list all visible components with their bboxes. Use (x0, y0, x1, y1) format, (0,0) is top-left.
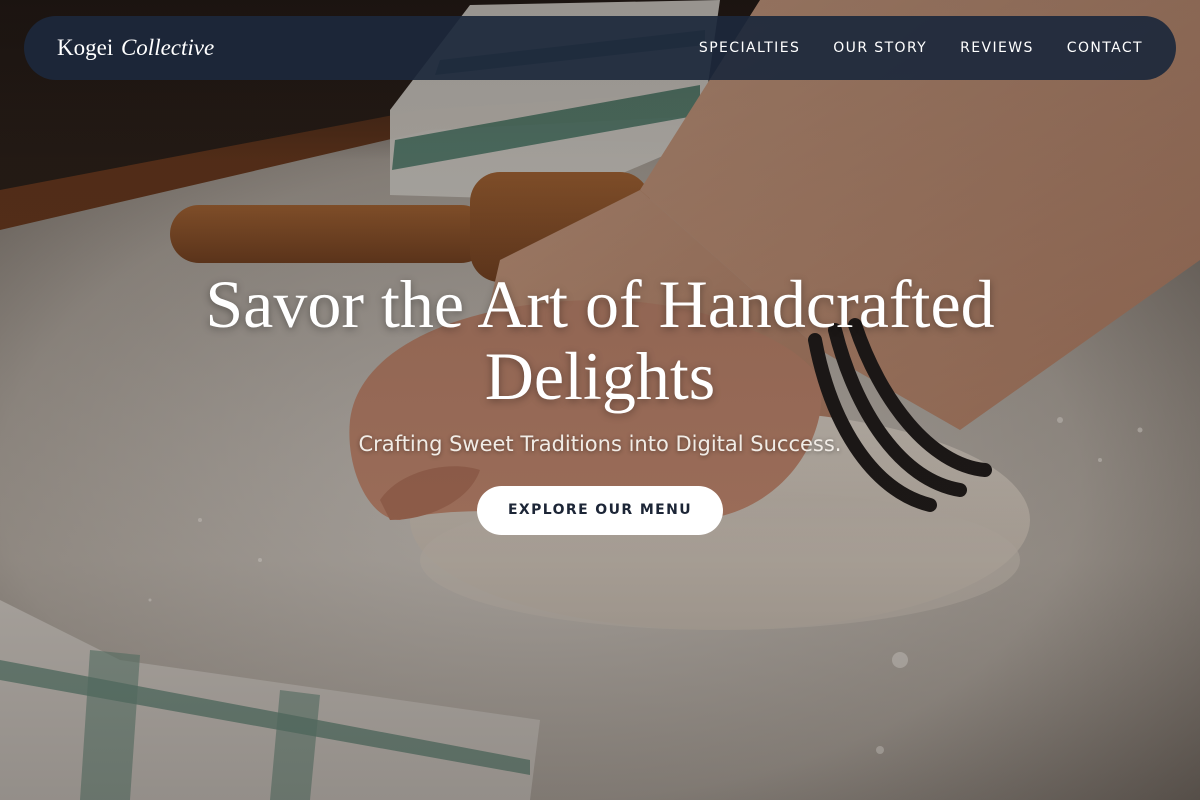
explore-menu-button[interactable]: EXPLORE OUR MENU (477, 486, 723, 535)
brand-name: Kogei (57, 35, 114, 60)
nav-link-contact[interactable]: CONTACT (1067, 40, 1143, 56)
hero-content: Savor the Art of Handcrafted Delights Cr… (0, 268, 1200, 535)
nav-link-our-story[interactable]: OUR STORY (833, 40, 927, 56)
nav-links: SPECIALTIES OUR STORY REVIEWS CONTACT (699, 40, 1143, 56)
hero-headline: Savor the Art of Handcrafted Delights (205, 266, 995, 414)
hero-subheadline: Crafting Sweet Traditions into Digital S… (358, 432, 842, 456)
top-navbar: Kogei Collective SPECIALTIES OUR STORY R… (24, 16, 1176, 80)
nav-link-reviews[interactable]: REVIEWS (960, 40, 1034, 56)
brand-name-italic: Collective (120, 35, 215, 60)
brand-logo[interactable]: Kogei Collective (57, 35, 214, 61)
nav-link-specialties[interactable]: SPECIALTIES (699, 40, 800, 56)
